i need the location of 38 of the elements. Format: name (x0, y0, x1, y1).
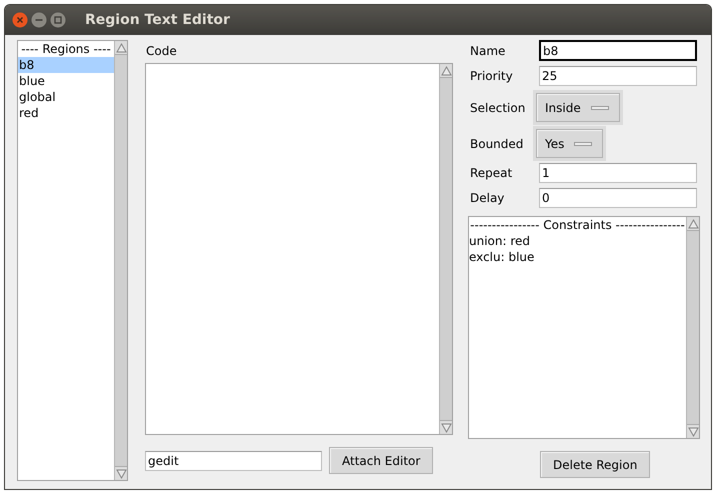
scrollbar[interactable] (114, 41, 127, 480)
field-label: Delay (470, 191, 506, 205)
scrollbar[interactable] (686, 217, 699, 438)
list-item[interactable]: exclu: blue (469, 249, 686, 265)
delete-region-button[interactable]: Delete Region (540, 451, 650, 478)
down-arrow-icon[interactable] (440, 422, 452, 432)
input-field[interactable]: 25 (539, 66, 697, 86)
attach-editor-button[interactable]: Attach Editor (329, 447, 434, 474)
field-label: Priority (470, 69, 514, 83)
list-item[interactable]: b8 (18, 57, 114, 73)
input-field[interactable]: 0 (539, 188, 697, 208)
list-header: ---- Regions ---- (20, 41, 112, 57)
list-item[interactable]: union: red (469, 233, 686, 249)
list-header: ---------------- Constraints ---------------- (469, 217, 686, 233)
option-menu[interactable]: Yes (536, 129, 604, 158)
down-arrow-icon[interactable] (116, 468, 126, 478)
maximize-icon[interactable] (50, 12, 66, 28)
up-arrow-icon[interactable] (116, 42, 126, 52)
list-item[interactable]: red (18, 105, 114, 121)
scrollbar[interactable] (439, 64, 452, 434)
close-icon[interactable] (12, 12, 28, 28)
up-arrow-icon[interactable] (440, 66, 452, 76)
minimize-icon[interactable] (31, 12, 47, 28)
up-arrow-icon[interactable] (688, 218, 698, 228)
input-field[interactable]: 1 (539, 163, 697, 183)
down-arrow-icon[interactable] (688, 426, 698, 436)
list-item[interactable]: blue (18, 73, 114, 89)
field-label: Bounded (470, 136, 524, 150)
input-field[interactable]: b8 (539, 40, 697, 61)
field-label: Repeat (470, 166, 514, 180)
list-item[interactable]: global (18, 89, 114, 105)
code-editor[interactable] (145, 63, 453, 435)
field-label: Selection (470, 100, 526, 114)
field-label: Name (470, 44, 506, 58)
window-title: Region Text Editor (85, 12, 230, 28)
code-label: Code (145, 42, 178, 60)
option-menu[interactable]: Inside (536, 93, 620, 122)
editor-command-field[interactable]: gedit (145, 450, 322, 470)
